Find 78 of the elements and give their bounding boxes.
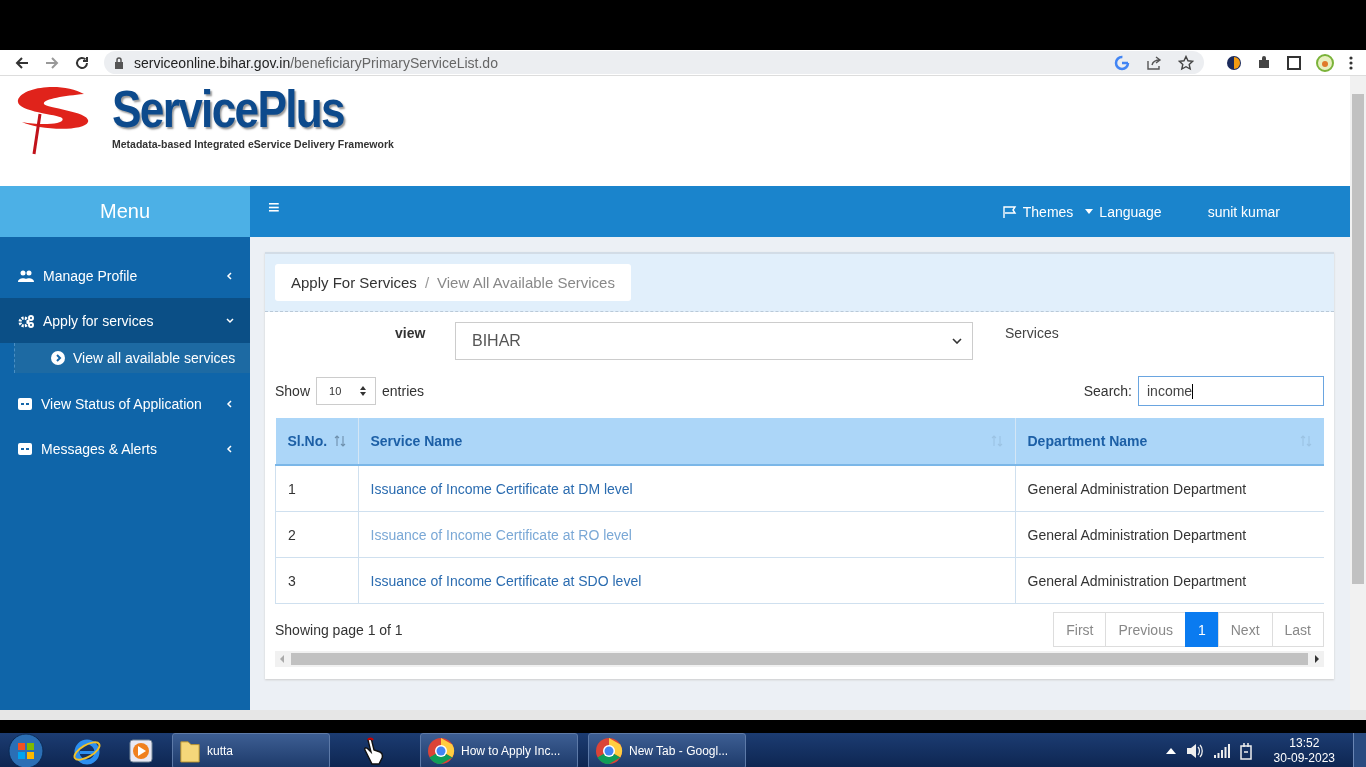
menu-toggle[interactable]: ≡ xyxy=(250,192,298,222)
table-cell: 2 xyxy=(275,511,358,558)
extension-icon[interactable] xyxy=(1226,54,1242,71)
tray-arrow-icon[interactable] xyxy=(1165,748,1176,754)
table-cell: 1 xyxy=(275,465,358,512)
google-icon[interactable] xyxy=(1114,54,1130,71)
page-button[interactable]: First xyxy=(1053,612,1107,647)
gears-icon xyxy=(18,313,34,328)
search-label: Search: xyxy=(1083,383,1132,399)
media-player-icon[interactable] xyxy=(128,738,154,764)
forward-icon[interactable] xyxy=(44,54,60,71)
taskbar-button[interactable]: How to Apply Inc... xyxy=(420,733,578,767)
users-icon xyxy=(18,269,34,282)
table-cell: General Administration Department xyxy=(1015,557,1324,604)
table-cell: General Administration Department xyxy=(1015,465,1324,512)
taskbar-button[interactable]: kutta xyxy=(172,733,330,767)
window-icon[interactable] xyxy=(1286,54,1302,71)
sidebar-subitem[interactable]: View all available services xyxy=(14,343,250,373)
view-label: view xyxy=(395,325,427,341)
flag-icon xyxy=(1002,205,1017,218)
chrome-icon xyxy=(427,737,455,765)
breadcrumb: Apply For Services / View All Available Services xyxy=(275,264,631,301)
card-icon xyxy=(18,397,32,410)
sidebar-item[interactable]: Manage Profile xyxy=(0,253,250,298)
horizontal-scrollbar[interactable] xyxy=(275,651,1324,667)
table-cell: 3 xyxy=(275,557,358,604)
signal-icon[interactable] xyxy=(1213,744,1230,758)
column-header[interactable]: Department Name xyxy=(1015,418,1324,465)
state-select[interactable]: BIHAR xyxy=(455,322,973,360)
services-label: Services xyxy=(1005,325,1059,341)
vertical-scrollbar[interactable] xyxy=(1350,76,1366,710)
power-icon[interactable] xyxy=(1239,742,1254,760)
menu-title: Menu xyxy=(0,186,250,237)
sidebar-item[interactable]: View Status of Application xyxy=(0,381,250,426)
show-label: Show xyxy=(275,383,311,399)
search-field[interactable]: income xyxy=(1138,376,1324,406)
service-link[interactable]: Issuance of Income Certificate at SDO level xyxy=(370,572,642,589)
share-icon[interactable] xyxy=(1146,54,1162,71)
puzzle-icon[interactable] xyxy=(1256,54,1272,71)
page-button[interactable]: Next xyxy=(1217,612,1273,647)
lock-icon[interactable] xyxy=(114,56,124,69)
chevron-icon xyxy=(226,444,234,453)
chevron-icon xyxy=(226,399,234,408)
page-button[interactable]: Last xyxy=(1271,612,1324,647)
top-link[interactable]: sunit kumar xyxy=(1207,203,1280,220)
page-button[interactable]: 1 xyxy=(1184,612,1219,647)
card-icon xyxy=(18,442,32,455)
chevron-icon xyxy=(226,316,234,325)
address-field[interactable]: serviceonline.bihar.gov.in/beneficiaryPrimaryServiceList.do xyxy=(104,51,1204,74)
scroll-right-icon[interactable] xyxy=(1314,655,1320,663)
sidebar-item[interactable]: Apply for services xyxy=(0,298,250,343)
service-link[interactable]: Issuance of Income Certificate at DM level xyxy=(370,480,633,497)
star-icon[interactable] xyxy=(1178,54,1194,71)
column-header[interactable]: Service Name xyxy=(358,418,1015,465)
volume-icon[interactable] xyxy=(1185,743,1204,759)
start-button[interactable] xyxy=(8,733,44,767)
tagline: Metadata-based Integrated eService Delivery Framework xyxy=(112,138,394,150)
entries-label: entries xyxy=(382,383,425,399)
taskbar-button[interactable]: New Tab - Googl... xyxy=(588,733,746,767)
page-info: Showing page 1 of 1 xyxy=(275,621,403,638)
reload-icon[interactable] xyxy=(74,54,90,71)
page-button[interactable]: Previous xyxy=(1105,612,1186,647)
brand-name: ServicePlus xyxy=(112,82,345,136)
column-header[interactable]: Sl.No. xyxy=(275,418,358,465)
clock[interactable]: 13:52 30-09-2023 xyxy=(1273,736,1335,766)
top-link[interactable]: Language xyxy=(1099,203,1162,220)
spinner-icon xyxy=(359,385,368,397)
table-cell: General Administration Department xyxy=(1015,511,1324,558)
back-icon[interactable] xyxy=(14,54,30,71)
sidebar-item[interactable]: Messages & Alerts xyxy=(0,426,250,471)
page-size-select[interactable]: 10 xyxy=(316,377,377,405)
menu-icon[interactable] xyxy=(1348,54,1354,71)
dropdown-caret-icon xyxy=(952,338,962,344)
profile-icon[interactable] xyxy=(1316,53,1334,72)
sort-icon xyxy=(333,435,346,447)
chevron-icon xyxy=(226,271,234,280)
top-link[interactable]: Themes xyxy=(1022,203,1074,220)
chrome-icon xyxy=(595,737,623,765)
